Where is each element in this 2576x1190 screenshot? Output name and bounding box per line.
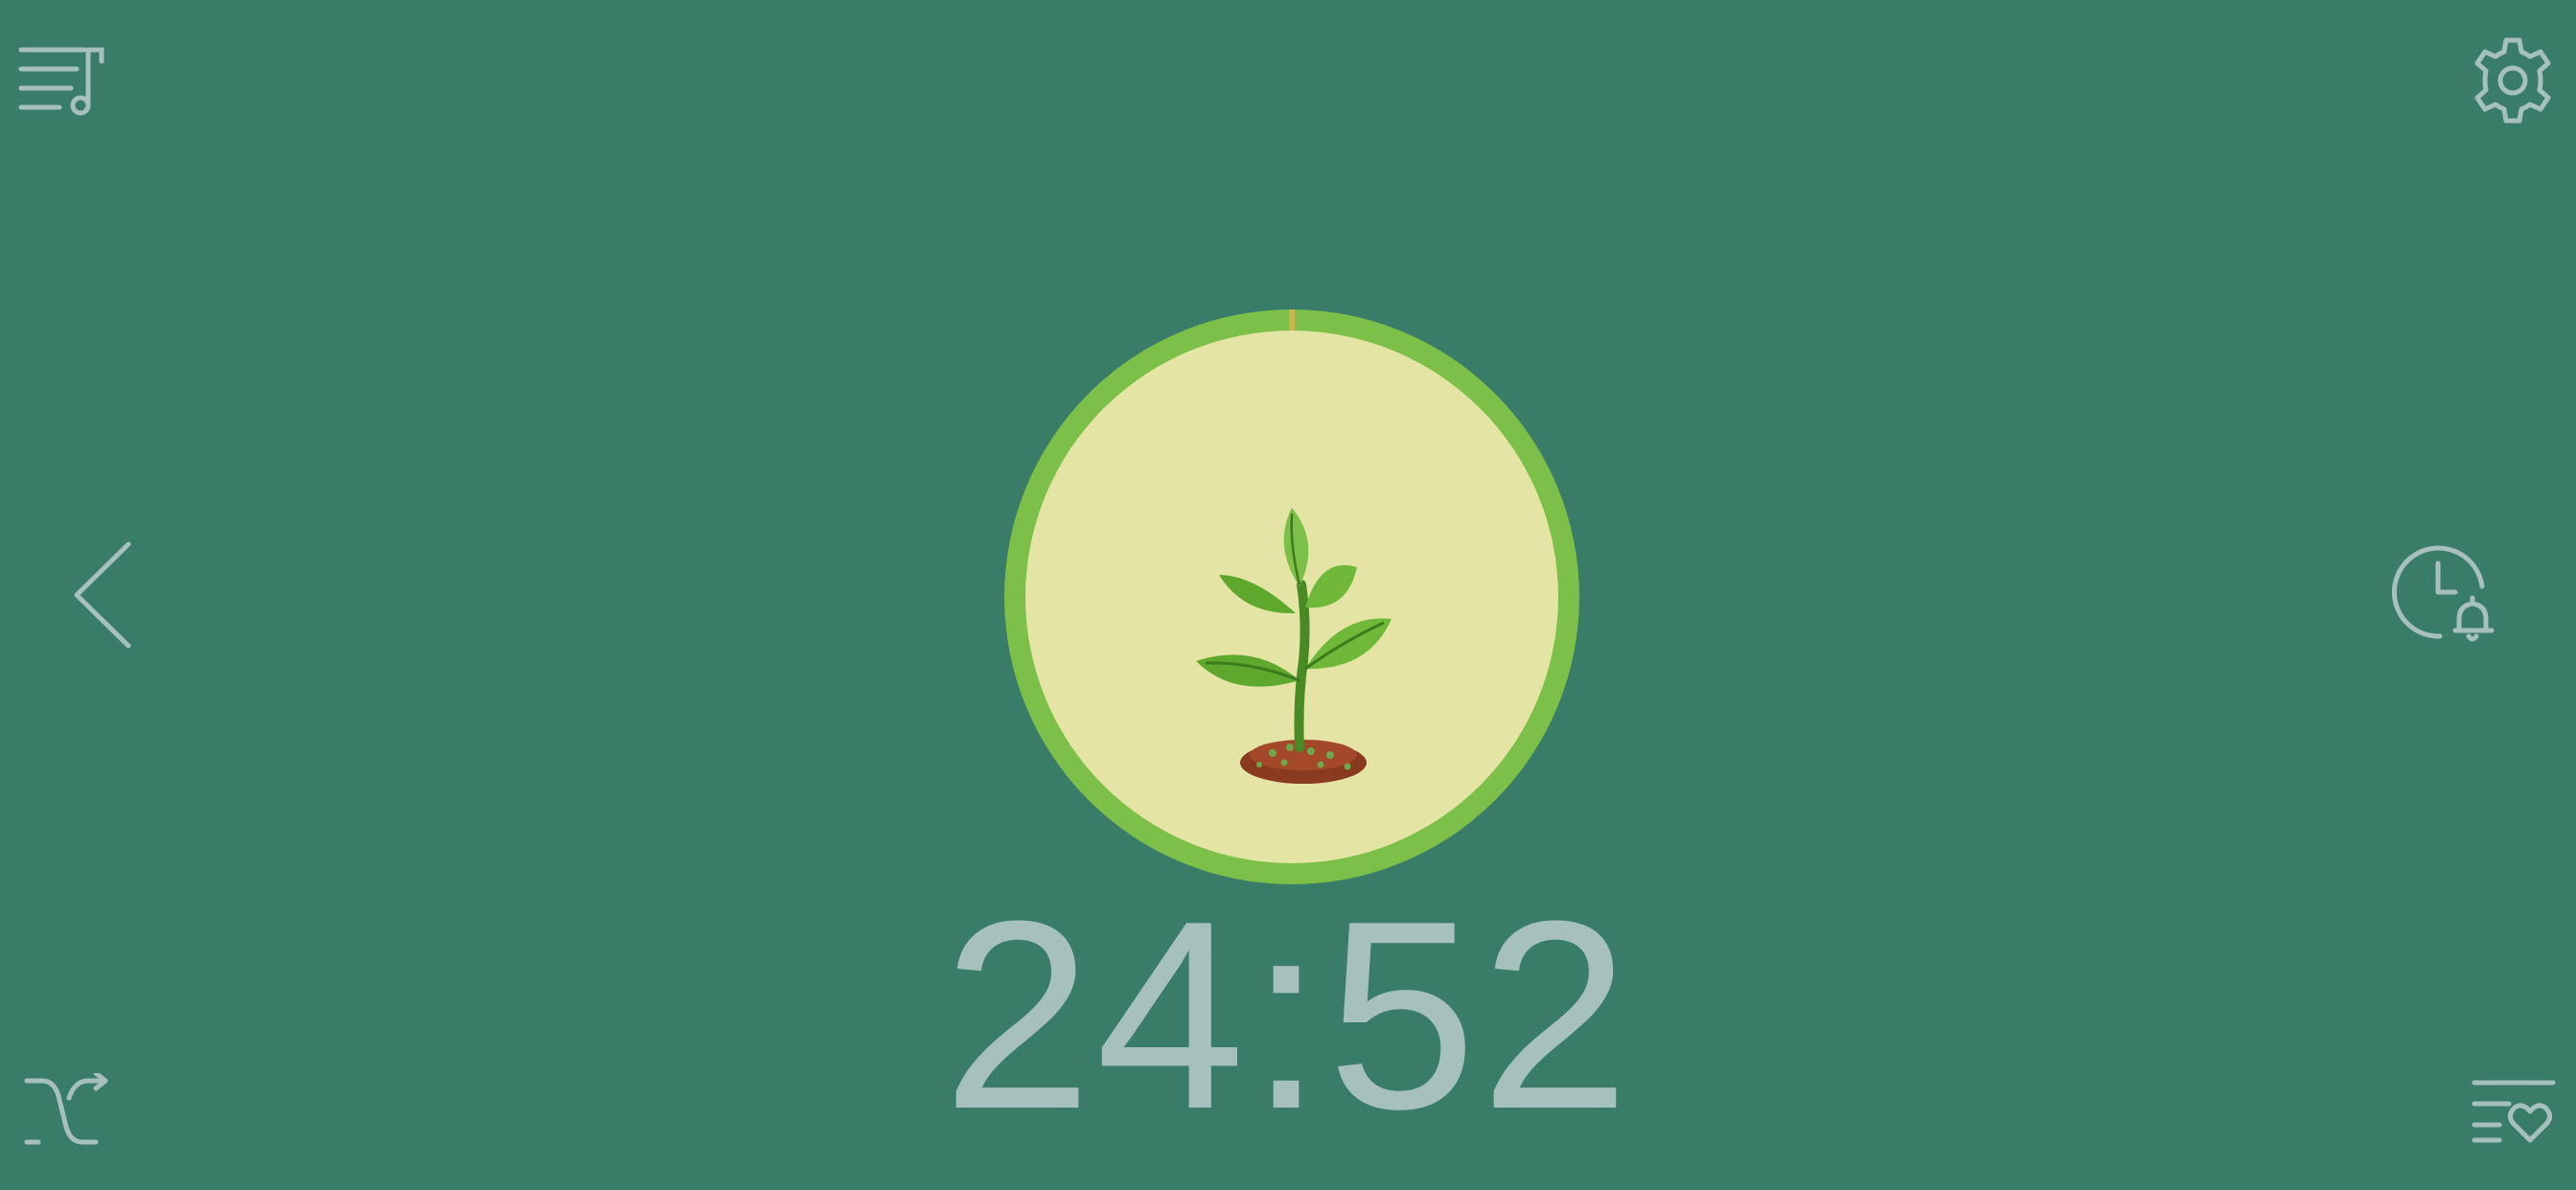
clock-alarm-icon[interactable] xyxy=(2390,540,2497,648)
timer-display: 24:52 xyxy=(942,866,1634,1165)
progress-marker xyxy=(1289,309,1295,331)
sprout-plant-illustration xyxy=(1177,508,1407,795)
settings-gear-icon[interactable] xyxy=(2467,34,2559,126)
shuffle-icon[interactable] xyxy=(23,1073,115,1150)
favorites-list-icon[interactable] xyxy=(2471,1077,2559,1146)
chevron-left-icon[interactable] xyxy=(69,538,138,652)
playlist-music-icon[interactable] xyxy=(17,44,117,117)
timer-screen: 24:52 xyxy=(0,0,2576,1190)
